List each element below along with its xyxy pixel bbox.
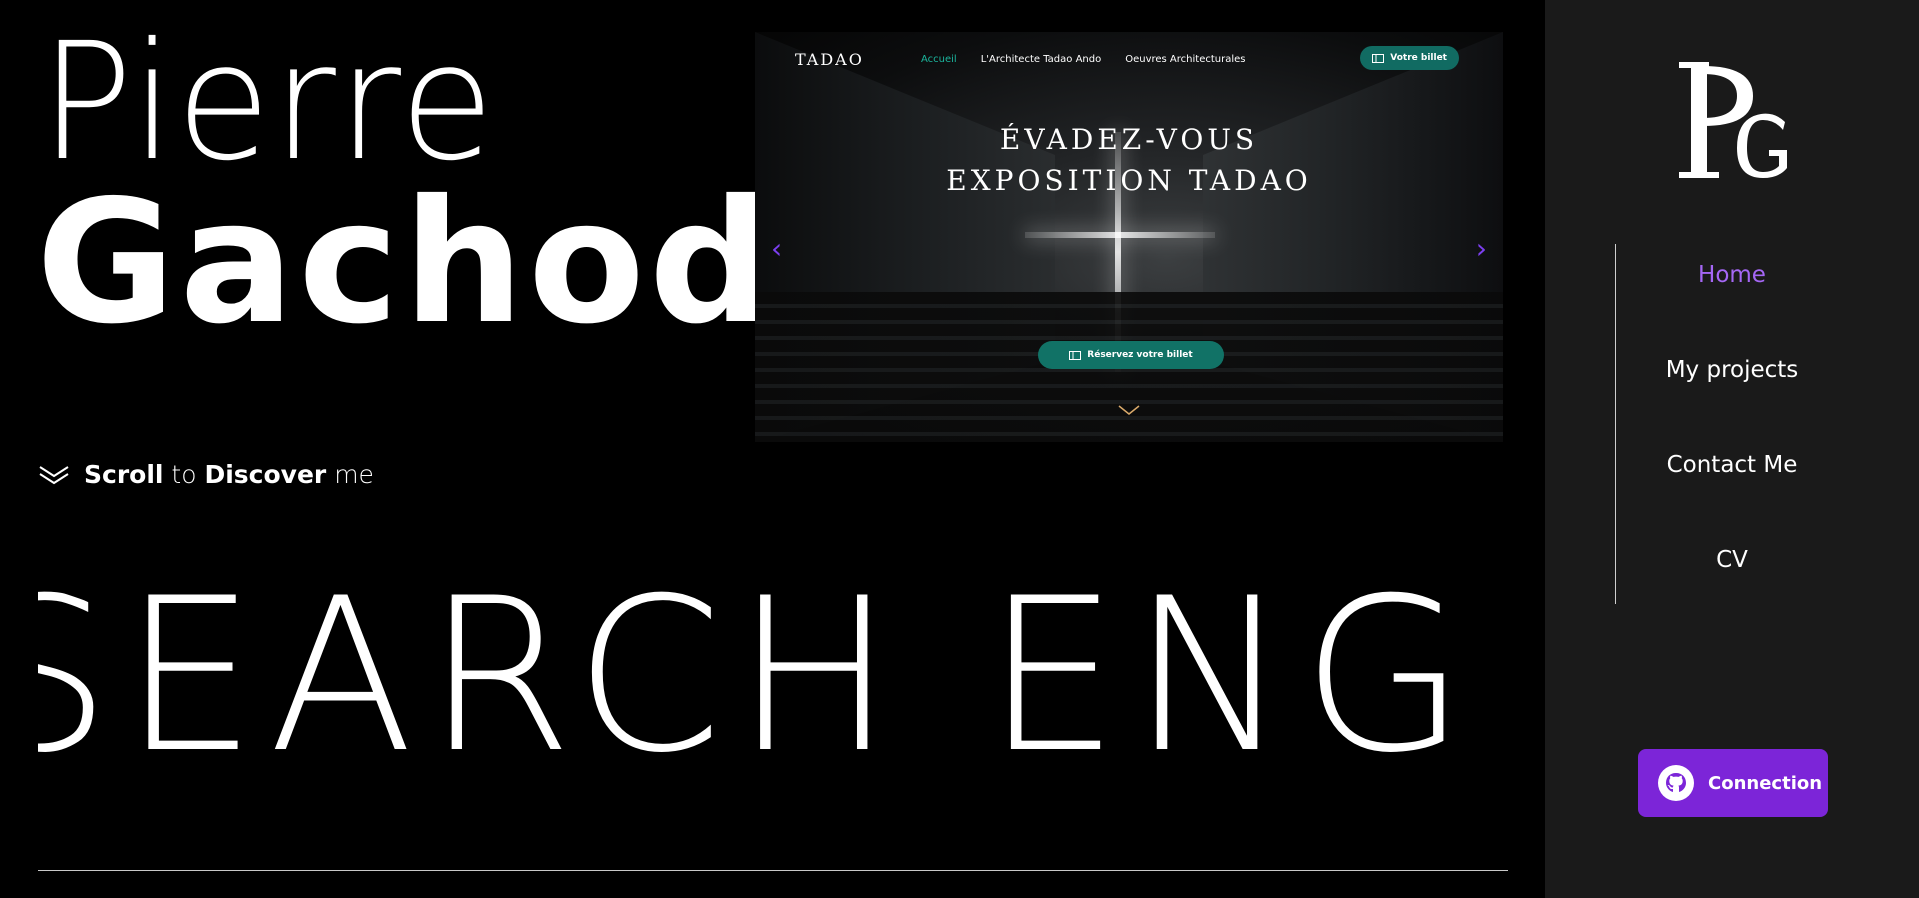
preview-nav-links: Accueil L'Architecte Tadao Ando Oeuvres … [921, 54, 1246, 65]
preview-nav-oeuvres[interactable]: Oeuvres Architecturales [1125, 54, 1245, 65]
preview-title: ÉVADEZ-VOUS EXPOSITION TADAO [755, 120, 1503, 201]
nav-item-cv[interactable]: CV [1545, 547, 1919, 573]
me-word: me [326, 460, 374, 489]
ticket-icon [1372, 53, 1385, 63]
ticket-icon [1069, 350, 1082, 360]
nav-item-projects[interactable]: My projects [1545, 357, 1919, 383]
preview-nav-architecte[interactable]: L'Architecte Tadao Ando [981, 54, 1102, 65]
name-first: Pierre [40, 9, 497, 197]
connection-label: Connection [1708, 772, 1823, 794]
to-word: to [163, 460, 205, 489]
nav-item-home[interactable]: Home [1545, 262, 1919, 288]
nav-item-contact[interactable]: Contact Me [1545, 452, 1919, 478]
double-chevron-down-icon [39, 465, 69, 484]
divider [38, 870, 1508, 871]
preview-ticket-label: Votre billet [1390, 53, 1447, 63]
discover-word: Discover [204, 460, 327, 489]
preview-logo[interactable]: TADAO [795, 50, 864, 69]
project-preview[interactable]: TADAO Accueil L'Architecte Tadao Ando Oe… [755, 32, 1503, 442]
skills-marquee: SEARCH ENGI [38, 570, 1464, 770]
preview-nav-accueil[interactable]: Accueil [921, 54, 957, 65]
preview-title-line1: ÉVADEZ-VOUS [999, 123, 1259, 156]
preview-prev-arrow[interactable]: ‹ [771, 232, 782, 265]
sidebar: Home My projects Contact Me CV Connectio… [1545, 0, 1919, 898]
preview-book-label: Réservez votre billet [1087, 350, 1193, 360]
name-last: Gachod [36, 164, 775, 362]
github-icon [1658, 765, 1694, 801]
chevron-down-icon[interactable] [1118, 404, 1140, 416]
marquee-text: SEARCH ENGI [38, 570, 1464, 770]
preview-book-button[interactable]: Réservez votre billet [1038, 341, 1224, 369]
scroll-word: Scroll [84, 460, 164, 489]
preview-title-line2: EXPOSITION TADAO [946, 163, 1312, 197]
preview-navbar: TADAO Accueil L'Architecte Tadao Ando Oe… [755, 42, 1503, 78]
preview-next-arrow[interactable]: › [1476, 232, 1487, 265]
pg-logo[interactable] [1675, 60, 1795, 184]
preview-ticket-button[interactable]: Votre billet [1360, 46, 1459, 70]
scroll-text: Scroll to Discover me [84, 460, 374, 489]
github-connection-button[interactable]: Connection [1638, 749, 1828, 817]
scroll-hint: Scroll to Discover me [38, 460, 374, 489]
